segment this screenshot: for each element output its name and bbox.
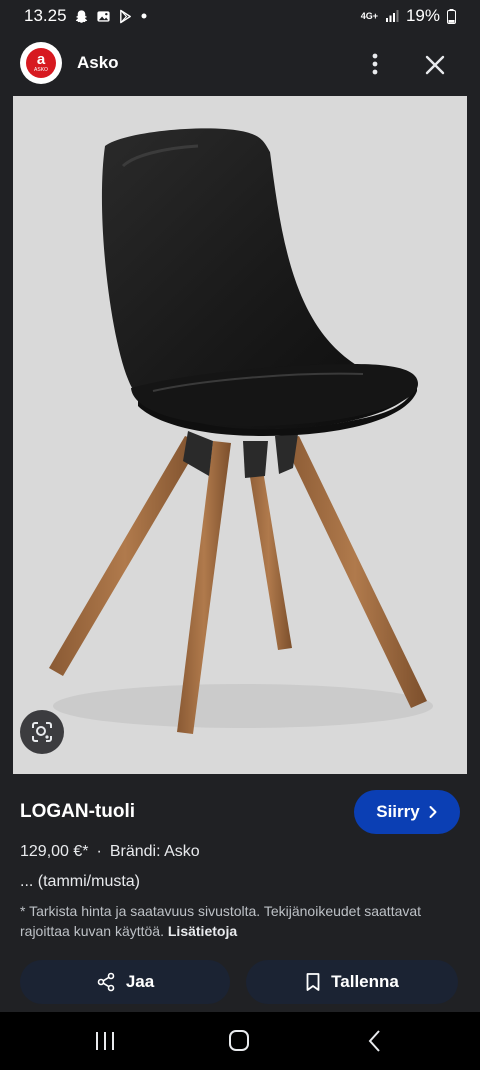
back-icon[interactable] (360, 1028, 390, 1054)
product-brand: Brändi: Asko (109, 843, 200, 860)
logo-badge: a ASKO (26, 48, 56, 78)
status-bar: 13.25 4G+ 19% (0, 0, 480, 32)
product-variant: ... (tammi/musta) (20, 873, 141, 890)
play-store-icon (119, 9, 131, 23)
bookmark-icon (306, 973, 320, 991)
share-button[interactable]: Jaa (20, 960, 230, 1004)
chevron-right-icon (429, 806, 437, 818)
status-left: 13.25 (24, 6, 148, 26)
chair-image (49, 128, 433, 734)
source-header: a ASKO Asko (0, 36, 480, 92)
network-type: 4G+ (360, 11, 378, 21)
product-price: 129,00 €* (20, 843, 89, 860)
price-brand-line: 129,00 €* · Brändi: Asko (20, 843, 200, 861)
lens-search-button[interactable] (20, 710, 64, 754)
logo-text: ASKO (34, 67, 48, 73)
site-logo[interactable]: a ASKO (20, 42, 62, 84)
snapchat-icon (75, 9, 87, 23)
product-title[interactable]: LOGAN-tuoli (20, 801, 135, 823)
save-label: Tallenna (331, 972, 399, 991)
logo-letter: a (36, 51, 46, 68)
signal-icon (385, 10, 399, 22)
site-name[interactable]: Asko (77, 53, 119, 73)
battery-level: 19% (405, 6, 440, 25)
product-image[interactable] (13, 96, 467, 774)
share-icon (97, 972, 115, 992)
dot-icon (141, 13, 147, 19)
system-nav-bar (0, 1012, 480, 1070)
goto-label: Siirry (376, 802, 420, 821)
more-options-icon[interactable] (362, 50, 388, 78)
status-time: 13.25 (24, 6, 67, 25)
gallery-icon (96, 10, 110, 22)
close-icon[interactable] (420, 50, 450, 80)
disclaimer: * Tarkista hinta ja saatavuus sivustolta… (20, 901, 464, 941)
goto-button[interactable]: Siirry (354, 790, 460, 834)
status-right: 4G+ 19% (361, 6, 456, 26)
separator: · (96, 843, 102, 860)
home-icon[interactable] (224, 1028, 254, 1054)
recent-apps-icon[interactable] (90, 1028, 120, 1054)
share-label: Jaa (125, 972, 155, 991)
more-info-link[interactable]: Lisätietoja (168, 923, 237, 939)
battery-icon (447, 8, 456, 24)
lens-icon (32, 722, 52, 742)
save-button[interactable]: Tallenna (246, 960, 458, 1004)
